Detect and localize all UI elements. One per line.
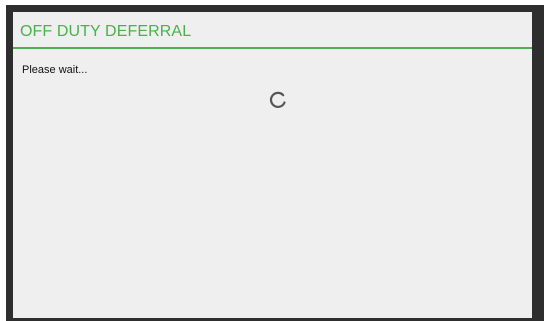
loading-spinner-icon xyxy=(268,90,288,110)
dialog-title: OFF DUTY DEFERRAL xyxy=(20,23,192,40)
dialog-header: OFF DUTY DEFERRAL xyxy=(13,12,532,49)
off-duty-deferral-dialog: OFF DUTY DEFERRAL Please wait... xyxy=(13,12,532,318)
window-frame: OFF DUTY DEFERRAL Please wait... xyxy=(6,5,544,321)
loading-message: Please wait... xyxy=(22,64,88,76)
